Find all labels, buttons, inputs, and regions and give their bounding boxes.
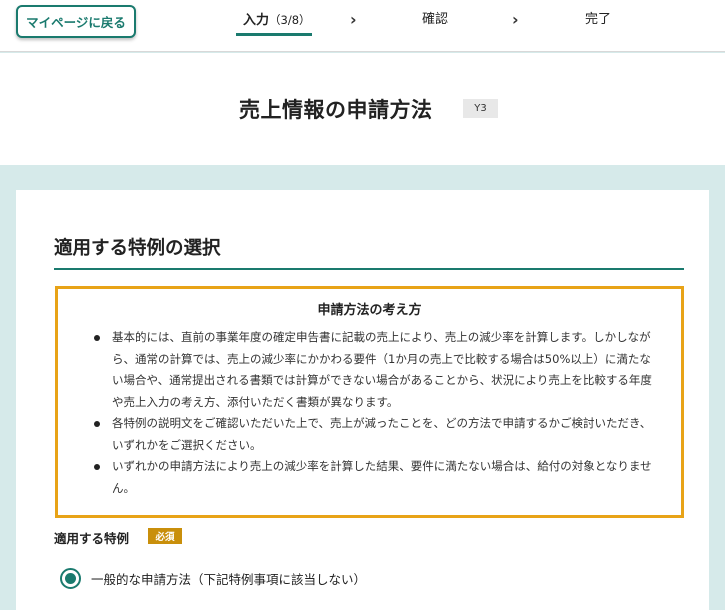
- radio-selected-icon[interactable]: [60, 568, 81, 589]
- active-step-indicator: [236, 33, 312, 36]
- step-complete: 完了: [585, 12, 612, 27]
- field-label-special-case: 適用する特例: [54, 531, 130, 546]
- notice-title: 申請方法の考え方: [317, 303, 422, 318]
- top-bar: マイページに戻る 入力（3/8） › 確認 › 完了: [0, 0, 725, 52]
- notice-list: 基本的には、直前の事業年度の確定申告書に記載の売上により、売上の減少率を計算しま…: [92, 327, 652, 499]
- page-code-badge: Y3: [463, 99, 498, 118]
- radio-option-general[interactable]: 一般的な申請方法（下記特例事項に該当しない）: [60, 568, 366, 589]
- chevron-right-icon: ›: [350, 10, 357, 29]
- list-item: いずれかの申請方法により売上の減少率を計算した結果、要件に満たない場合は、給付の…: [92, 456, 652, 499]
- radio-dot: [65, 573, 76, 584]
- step-input-progress: （3/8）: [269, 13, 311, 27]
- radio-option-label: 一般的な申請方法（下記特例事項に該当しない）: [91, 572, 367, 587]
- list-item: 各特例の説明文をご確認いただいた上で、売上が減ったことを、どの方法で申請するかご…: [92, 413, 652, 456]
- section-title: 適用する特例の選択: [54, 238, 221, 259]
- step-confirm: 確認: [422, 12, 449, 27]
- list-item: 基本的には、直前の事業年度の確定申告書に記載の売上により、売上の減少率を計算しま…: [92, 327, 652, 413]
- back-to-mypage-button[interactable]: マイページに戻る: [16, 5, 136, 38]
- section-divider: [54, 268, 684, 270]
- notice-box: 申請方法の考え方 基本的には、直前の事業年度の確定申告書に記載の売上により、売上…: [55, 286, 684, 518]
- chevron-right-icon: ›: [512, 10, 519, 29]
- required-badge: 必須: [148, 528, 182, 544]
- step-input: 入力（3/8）: [243, 9, 311, 31]
- step-input-label: 入力: [243, 13, 270, 28]
- page-title: 売上情報の申請方法: [239, 98, 433, 122]
